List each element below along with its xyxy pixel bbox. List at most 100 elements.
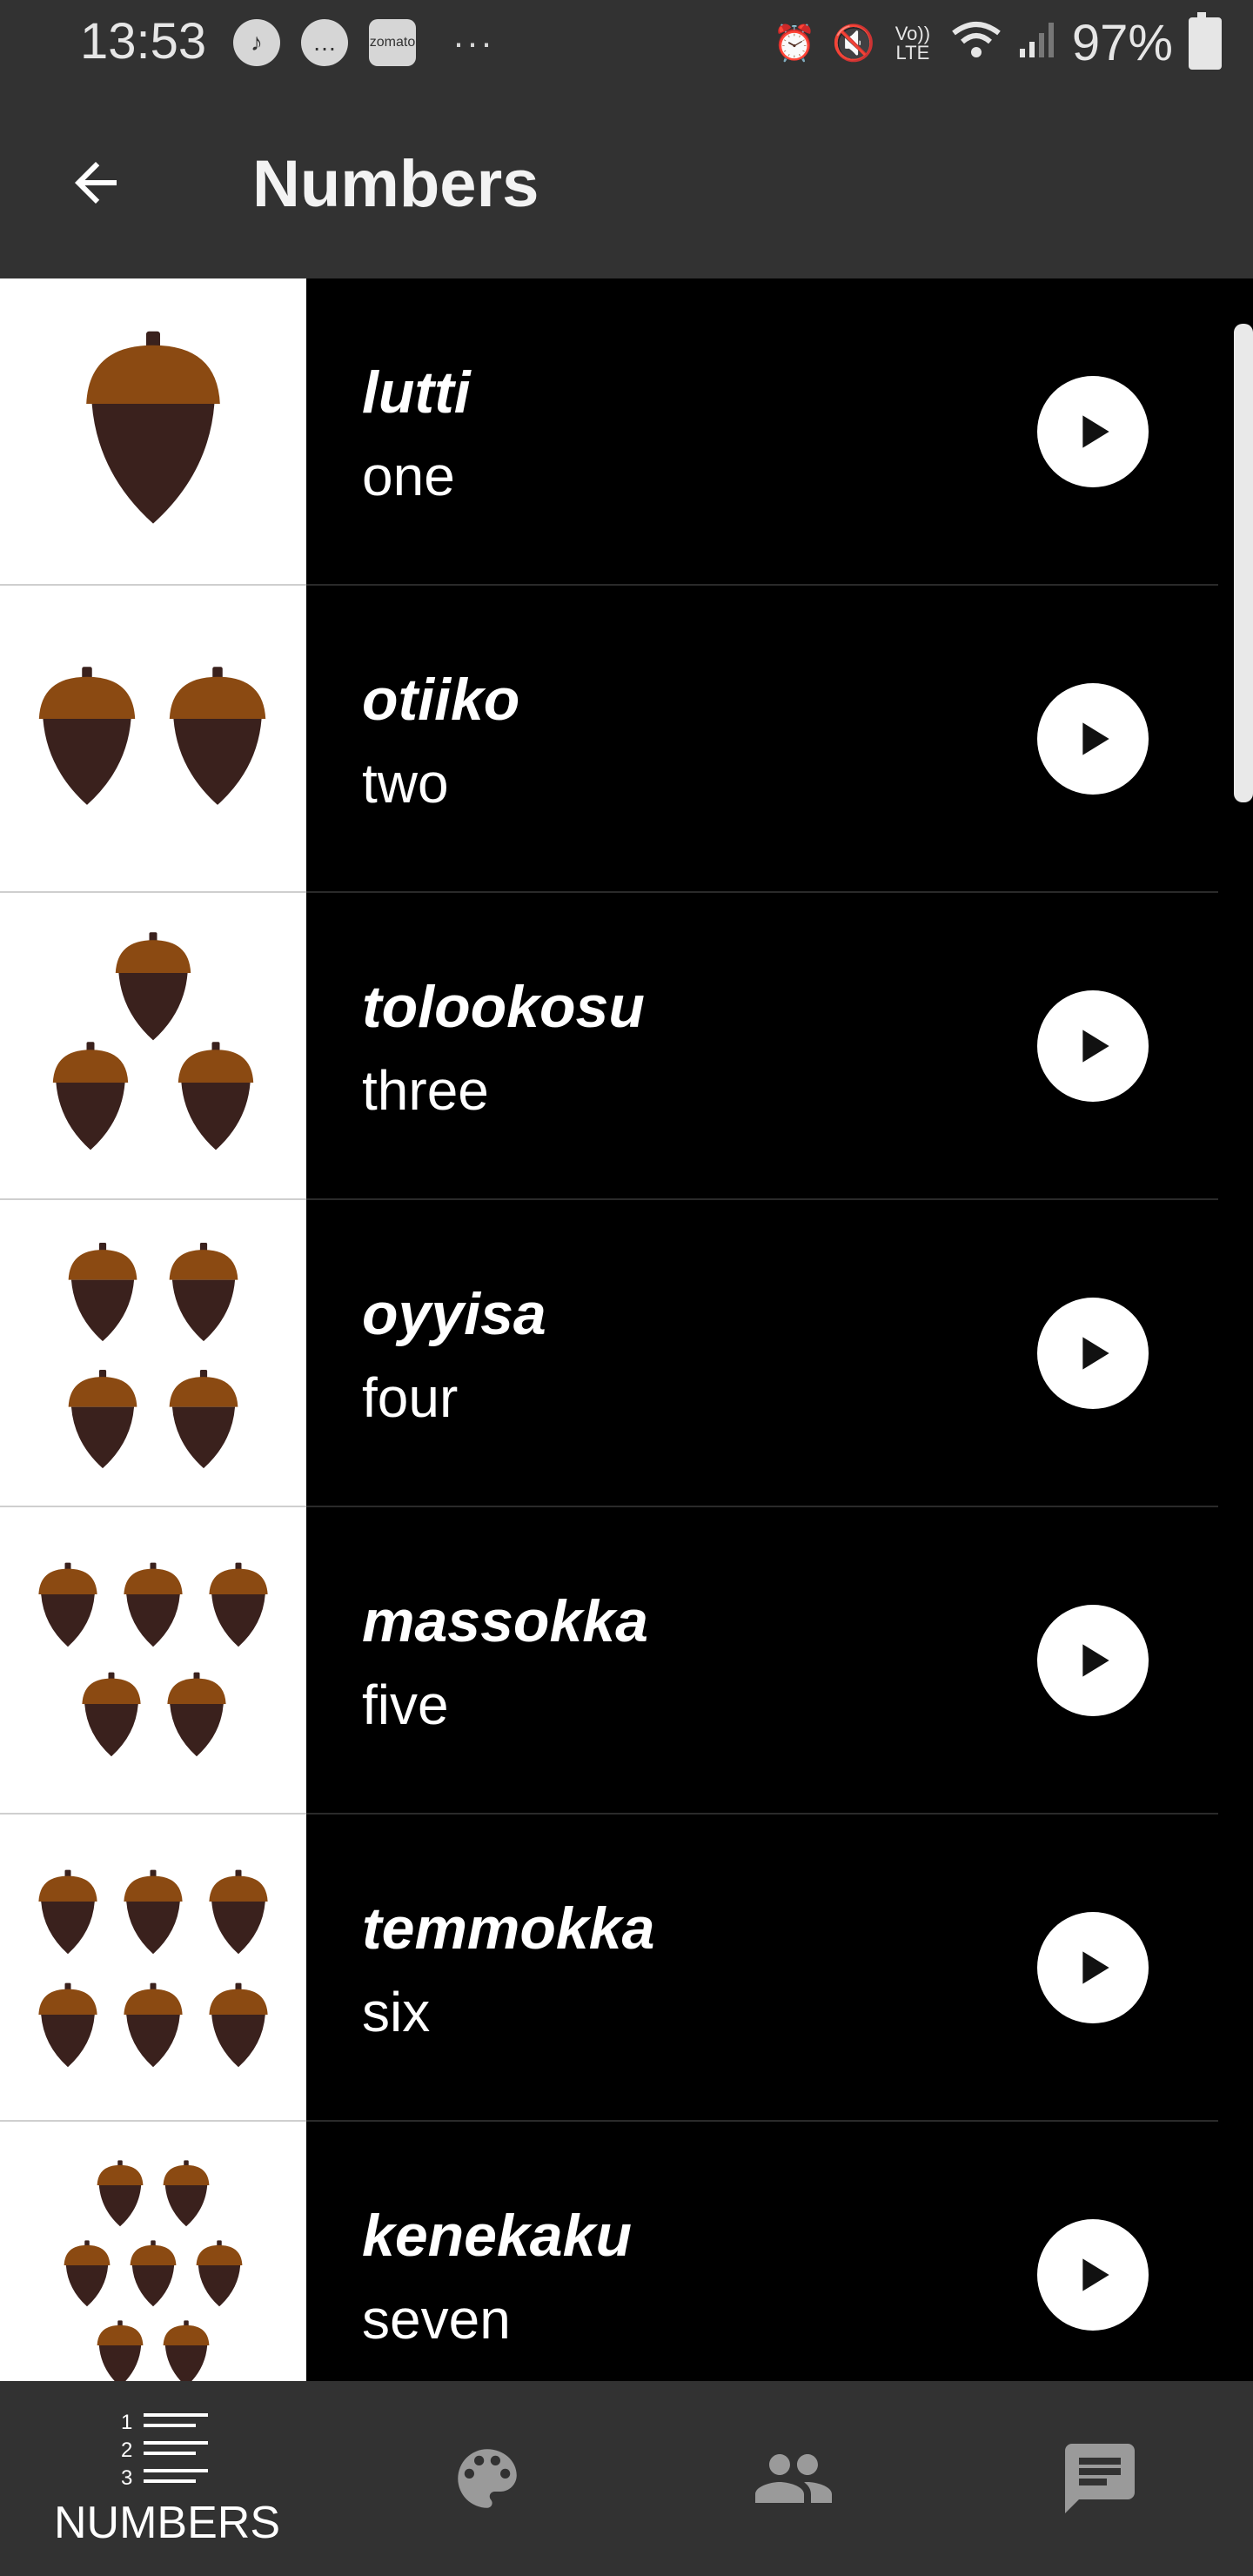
acorn-count-image	[0, 1200, 306, 1507]
english-word: two	[362, 752, 449, 815]
numbered-list-digit: 3	[121, 2466, 132, 2490]
list-item[interactable]: massokka five	[0, 1507, 1218, 1815]
acorn-icon	[196, 2240, 243, 2307]
acorn-icon	[38, 1562, 97, 1647]
more-notifications-icon: ···	[452, 22, 494, 63]
play-icon	[1082, 415, 1109, 448]
numbers-list[interactable]: lutti one otiiko two tolookosu three oyy…	[0, 278, 1253, 2381]
acorn-icon	[209, 1562, 268, 1647]
play-button[interactable]	[1037, 1298, 1149, 1409]
native-word: massokka	[362, 1588, 648, 1654]
acorn-icon	[38, 667, 136, 805]
native-word: oyyisa	[362, 1281, 546, 1347]
list-item[interactable]: lutti one	[0, 278, 1218, 586]
numbered-list-icon: 1 2 3	[121, 2411, 208, 2490]
play-icon	[1082, 2258, 1109, 2291]
list-item[interactable]: kenekaku seven	[0, 2122, 1218, 2381]
volte-icon: Vo)) LTE	[895, 22, 931, 64]
acorn-icon	[169, 1242, 238, 1342]
nav-numbers[interactable]: 1 2 3 NUMBERS	[0, 2381, 334, 2576]
acorn-count-image	[0, 2122, 306, 2381]
palette-icon	[458, 2449, 517, 2508]
native-word: tolookosu	[362, 974, 645, 1040]
zomato-icon: zomato	[369, 19, 416, 66]
play-button[interactable]	[1037, 2219, 1149, 2331]
status-time: 13:53	[80, 13, 207, 70]
native-word: kenekaku	[362, 2203, 632, 2269]
nav-colors[interactable]	[334, 2381, 640, 2576]
list-item[interactable]: otiiko two	[0, 586, 1218, 893]
english-word: one	[362, 445, 455, 507]
acorn-icon	[68, 1369, 137, 1469]
play-button[interactable]	[1037, 683, 1149, 795]
play-icon	[1082, 1951, 1109, 1984]
acorn-icon	[178, 1042, 254, 1150]
mute-icon: 🔇	[832, 24, 875, 63]
arrow-back-icon	[75, 162, 117, 204]
signal-icon	[1018, 19, 1056, 68]
numbered-list-digit: 2	[121, 2438, 132, 2462]
acorn-icon	[38, 1982, 97, 2068]
english-word: four	[362, 1366, 459, 1429]
play-button[interactable]	[1037, 1912, 1149, 2023]
acorn-icon	[209, 1982, 268, 2068]
play-button[interactable]	[1037, 376, 1149, 487]
nav-numbers-label: NUMBERS	[53, 2498, 281, 2548]
alarm-icon: ⏰	[773, 24, 817, 63]
list-item[interactable]: oyyisa four	[0, 1200, 1218, 1507]
acorn-icon	[82, 1672, 141, 1757]
acorn-icon	[124, 1869, 183, 1955]
english-word: seven	[362, 2288, 511, 2351]
numbered-list-digit: 1	[121, 2411, 132, 2434]
play-button[interactable]	[1037, 990, 1149, 1102]
play-icon	[1082, 1337, 1109, 1370]
acorn-icon	[97, 2160, 144, 2227]
notification-icons: ♪ … zomato ···	[233, 19, 494, 66]
english-word: six	[362, 1981, 431, 2043]
acorn-icon	[163, 2160, 210, 2227]
play-icon	[1082, 722, 1109, 755]
app-bar: Numbers	[0, 87, 1253, 278]
message-icon: …	[301, 19, 348, 66]
page-title: Numbers	[252, 147, 539, 221]
acorn-icon	[64, 2240, 111, 2307]
nav-phrases[interactable]	[947, 2381, 1253, 2576]
status-bar: 13:53 ♪ … zomato ··· ⏰ 🔇 Vo)) LTE 97%	[0, 0, 1253, 87]
english-word: three	[362, 1059, 489, 1122]
acorn-icon	[38, 1869, 97, 1955]
acorn-icon	[124, 1982, 183, 2068]
people-icon	[755, 2454, 832, 2503]
battery-percent: 97%	[1071, 15, 1173, 71]
acorn-icon	[68, 1242, 137, 1342]
acorn-icon	[130, 2240, 177, 2307]
acorn-icon	[163, 2320, 210, 2381]
bottom-navigation: 1 2 3 NUMBERS	[0, 2381, 1253, 2576]
saavn-icon: ♪	[233, 19, 280, 66]
chat-message-icon	[1065, 2444, 1135, 2513]
play-icon	[1082, 1644, 1109, 1677]
acorn-icon	[86, 331, 220, 524]
battery-icon	[1189, 11, 1222, 70]
acorn-count-image	[0, 278, 306, 586]
acorn-icon	[97, 2320, 144, 2381]
play-button[interactable]	[1037, 1605, 1149, 1716]
acorn-count-image	[0, 1815, 306, 2122]
scrollbar[interactable]	[1234, 324, 1253, 802]
english-word: five	[362, 1674, 449, 1736]
list-item[interactable]: temmokka six	[0, 1815, 1218, 2122]
list-item[interactable]: tolookosu three	[0, 893, 1218, 1200]
acorn-count-image	[0, 893, 306, 1200]
acorn-icon	[52, 1042, 129, 1150]
wifi-icon	[950, 19, 1002, 68]
acorn-icon	[169, 667, 266, 805]
nav-family[interactable]	[640, 2381, 947, 2576]
back-button[interactable]	[52, 139, 139, 226]
play-icon	[1082, 1030, 1109, 1063]
system-icons: ⏰ 🔇 Vo)) LTE 97%	[773, 11, 1222, 72]
acorn-icon	[115, 932, 191, 1041]
native-word: temmokka	[362, 1895, 655, 1962]
acorn-icon	[169, 1369, 238, 1469]
acorn-count-image	[0, 586, 306, 893]
acorn-count-image	[0, 1507, 306, 1815]
acorn-icon	[124, 1562, 183, 1647]
